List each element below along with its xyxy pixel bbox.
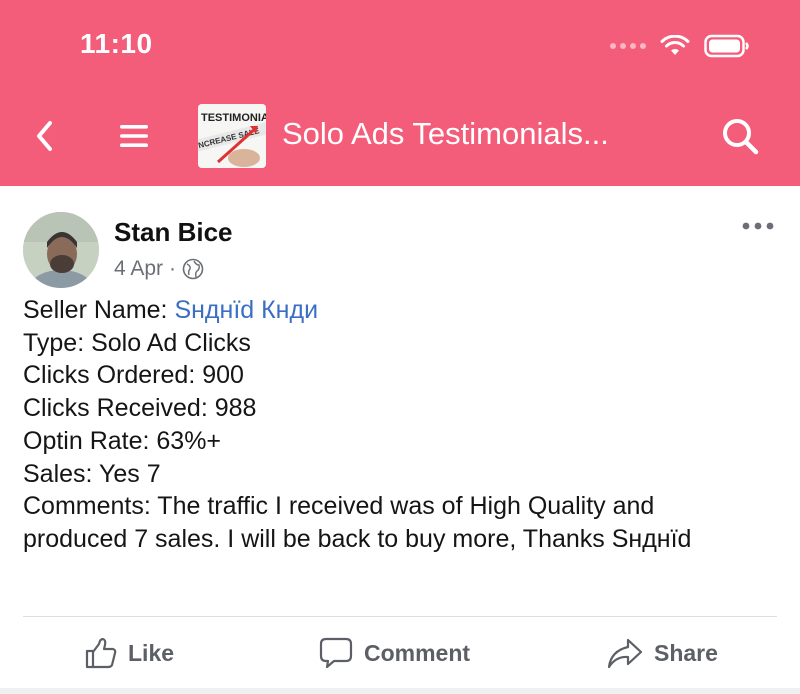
- author-name[interactable]: Stan Bice: [114, 217, 233, 248]
- share-arrow-icon: [607, 638, 643, 669]
- optin-rate-line: Optin Rate: 63%+: [23, 426, 222, 455]
- type-line: Type: Solo Ad Clicks: [23, 328, 251, 357]
- clicks-ordered-line: Clicks Ordered: 900: [23, 361, 244, 390]
- search-icon[interactable]: [720, 116, 760, 156]
- status-time: 11:10: [80, 28, 153, 59]
- post-meta: 4 Apr ·: [114, 257, 204, 281]
- seller-name-link[interactable]: Sнднïd Кнди: [174, 296, 318, 324]
- battery-icon: [704, 34, 749, 58]
- avatar[interactable]: [23, 212, 99, 288]
- meta-separator: ·: [169, 257, 177, 280]
- more-dots-icon[interactable]: [740, 218, 776, 234]
- post-card: Stan Bice 4 Apr · Seller Name: Sнднïd Кн…: [0, 186, 800, 694]
- divider: [23, 616, 777, 617]
- globe-icon: [182, 258, 204, 280]
- share-label: Share: [654, 639, 718, 666]
- share-button[interactable]: Share: [606, 636, 718, 670]
- post-actions: Like Comment Share: [0, 632, 800, 682]
- seller-label: Seller Name:: [23, 296, 175, 324]
- comments-line-1: Comments: The traffic I received was of …: [23, 492, 655, 521]
- signal-icon: [610, 43, 646, 49]
- wifi-icon: [660, 35, 690, 55]
- group-thumbnail[interactable]: TESTIMONIAL NCREASE SALE: [198, 104, 266, 168]
- comment-label: Comment: [364, 639, 471, 666]
- seller-line: Seller Name: Sнднïd Кнди: [23, 294, 783, 327]
- post-body: Seller Name: Sнднïd Кнди Type: Solo Ad C…: [23, 294, 783, 556]
- menu-icon[interactable]: [118, 122, 150, 150]
- feed-separator: [0, 688, 800, 694]
- back-arrow-icon[interactable]: [30, 118, 60, 154]
- comments-line-2: produced 7 sales. I will be back to buy …: [23, 524, 692, 553]
- comment-icon: [319, 637, 353, 669]
- comment-button[interactable]: Comment: [318, 636, 470, 670]
- thumb-caption-top: TESTIMONIAL: [201, 112, 266, 124]
- page-title[interactable]: Solo Ads Testimonials...: [282, 116, 609, 152]
- sales-line: Sales: Yes 7: [23, 459, 161, 488]
- status-icons: [610, 34, 750, 58]
- post-date[interactable]: 4 Apr: [114, 257, 163, 281]
- like-label: Like: [128, 639, 175, 666]
- like-button[interactable]: Like: [84, 636, 174, 670]
- navigation-bar: TESTIMONIAL NCREASE SALE Solo Ads Testim…: [0, 100, 800, 170]
- thumbs-up-icon: [85, 637, 117, 669]
- clicks-received-line: Clicks Received: 988: [23, 394, 257, 423]
- app-header: 11:10 TESTIMONIAL: [0, 0, 800, 186]
